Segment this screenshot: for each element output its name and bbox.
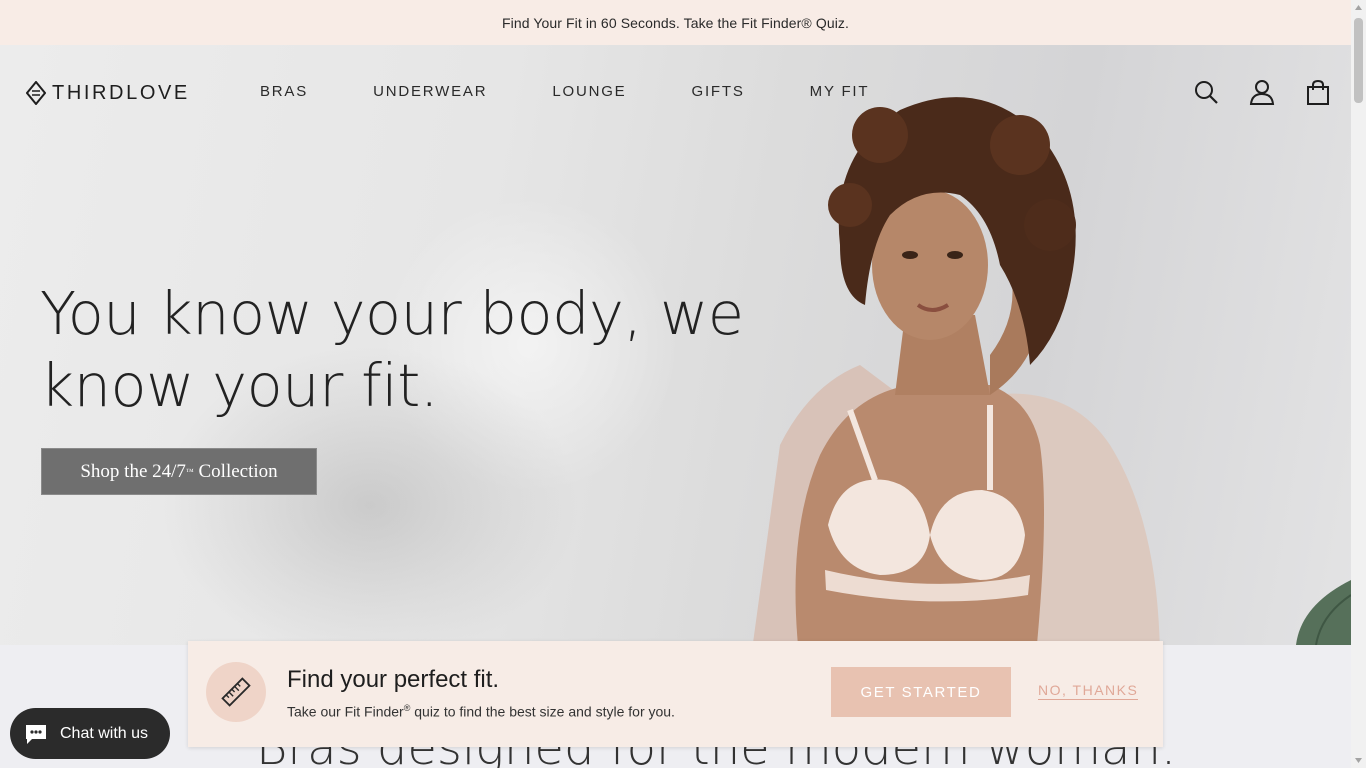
cta-trademark: ™	[185, 467, 194, 476]
fit-popup-subtitle: Take our Fit Finder® quiz to find the be…	[287, 703, 675, 720]
nav-bras[interactable]: BRAS	[260, 83, 308, 100]
scrollbar-thumb[interactable]	[1354, 18, 1363, 103]
logo-diamond-icon	[26, 81, 46, 105]
nav-my-fit[interactable]: MY FIT	[810, 83, 870, 100]
account-icon[interactable]	[1249, 79, 1275, 105]
cta-suffix: Collection	[193, 460, 278, 482]
chat-widget-button[interactable]: Chat with us	[10, 708, 170, 759]
chat-bubble-icon	[26, 724, 46, 744]
ruler-icon	[206, 662, 266, 722]
header-icons	[1193, 79, 1331, 105]
scroll-up-arrow-icon[interactable]	[1354, 3, 1363, 12]
get-started-button[interactable]: GET STARTED	[831, 667, 1011, 717]
hero-headline: You know your body, we know your fit.	[40, 278, 760, 422]
fit-sub-prefix: Take our Fit Finder	[287, 703, 404, 720]
shop-collection-button[interactable]: Shop the 24/7 ™ Collection	[41, 448, 317, 495]
search-icon[interactable]	[1193, 79, 1219, 105]
hero-model-image	[752, 97, 1160, 645]
scroll-down-arrow-icon[interactable]	[1354, 756, 1363, 765]
promo-banner[interactable]: Find Your Fit in 60 Seconds. Take the Fi…	[0, 0, 1351, 45]
hero-headline-line-1: You know your body, we	[40, 279, 744, 348]
thirdlove-logo[interactable]: THIRDLOVE	[26, 81, 190, 105]
fit-sub-suffix: quiz to find the best size and style for…	[410, 703, 675, 720]
cta-prefix: Shop the 24/7	[80, 460, 186, 482]
fit-popup-title: Find your perfect fit.	[287, 666, 500, 693]
nav-gifts[interactable]: GIFTS	[691, 83, 744, 100]
nav-lounge[interactable]: LOUNGE	[552, 83, 626, 100]
logo-text: THIRDLOVE	[52, 81, 190, 104]
promo-text[interactable]: Find Your Fit in 60 Seconds. Take the Fi…	[502, 15, 849, 31]
chat-label: Chat with us	[60, 724, 149, 742]
page-scrollbar[interactable]	[1351, 0, 1366, 768]
site-header: THIRDLOVE BRAS UNDERWEAR LOUNGE GIFTS MY…	[0, 45, 1351, 140]
nav-underwear[interactable]: UNDERWEAR	[373, 83, 487, 100]
no-thanks-link[interactable]: NO, THANKS	[1038, 682, 1139, 700]
plant-leaf-image	[1296, 580, 1351, 645]
main-nav: BRAS UNDERWEAR LOUNGE GIFTS MY FIT	[260, 83, 869, 100]
hero-headline-line-2: know your fit.	[40, 351, 439, 420]
fit-finder-popup: Find your perfect fit. Take our Fit Find…	[188, 641, 1163, 747]
shopping-bag-icon[interactable]	[1305, 79, 1331, 105]
